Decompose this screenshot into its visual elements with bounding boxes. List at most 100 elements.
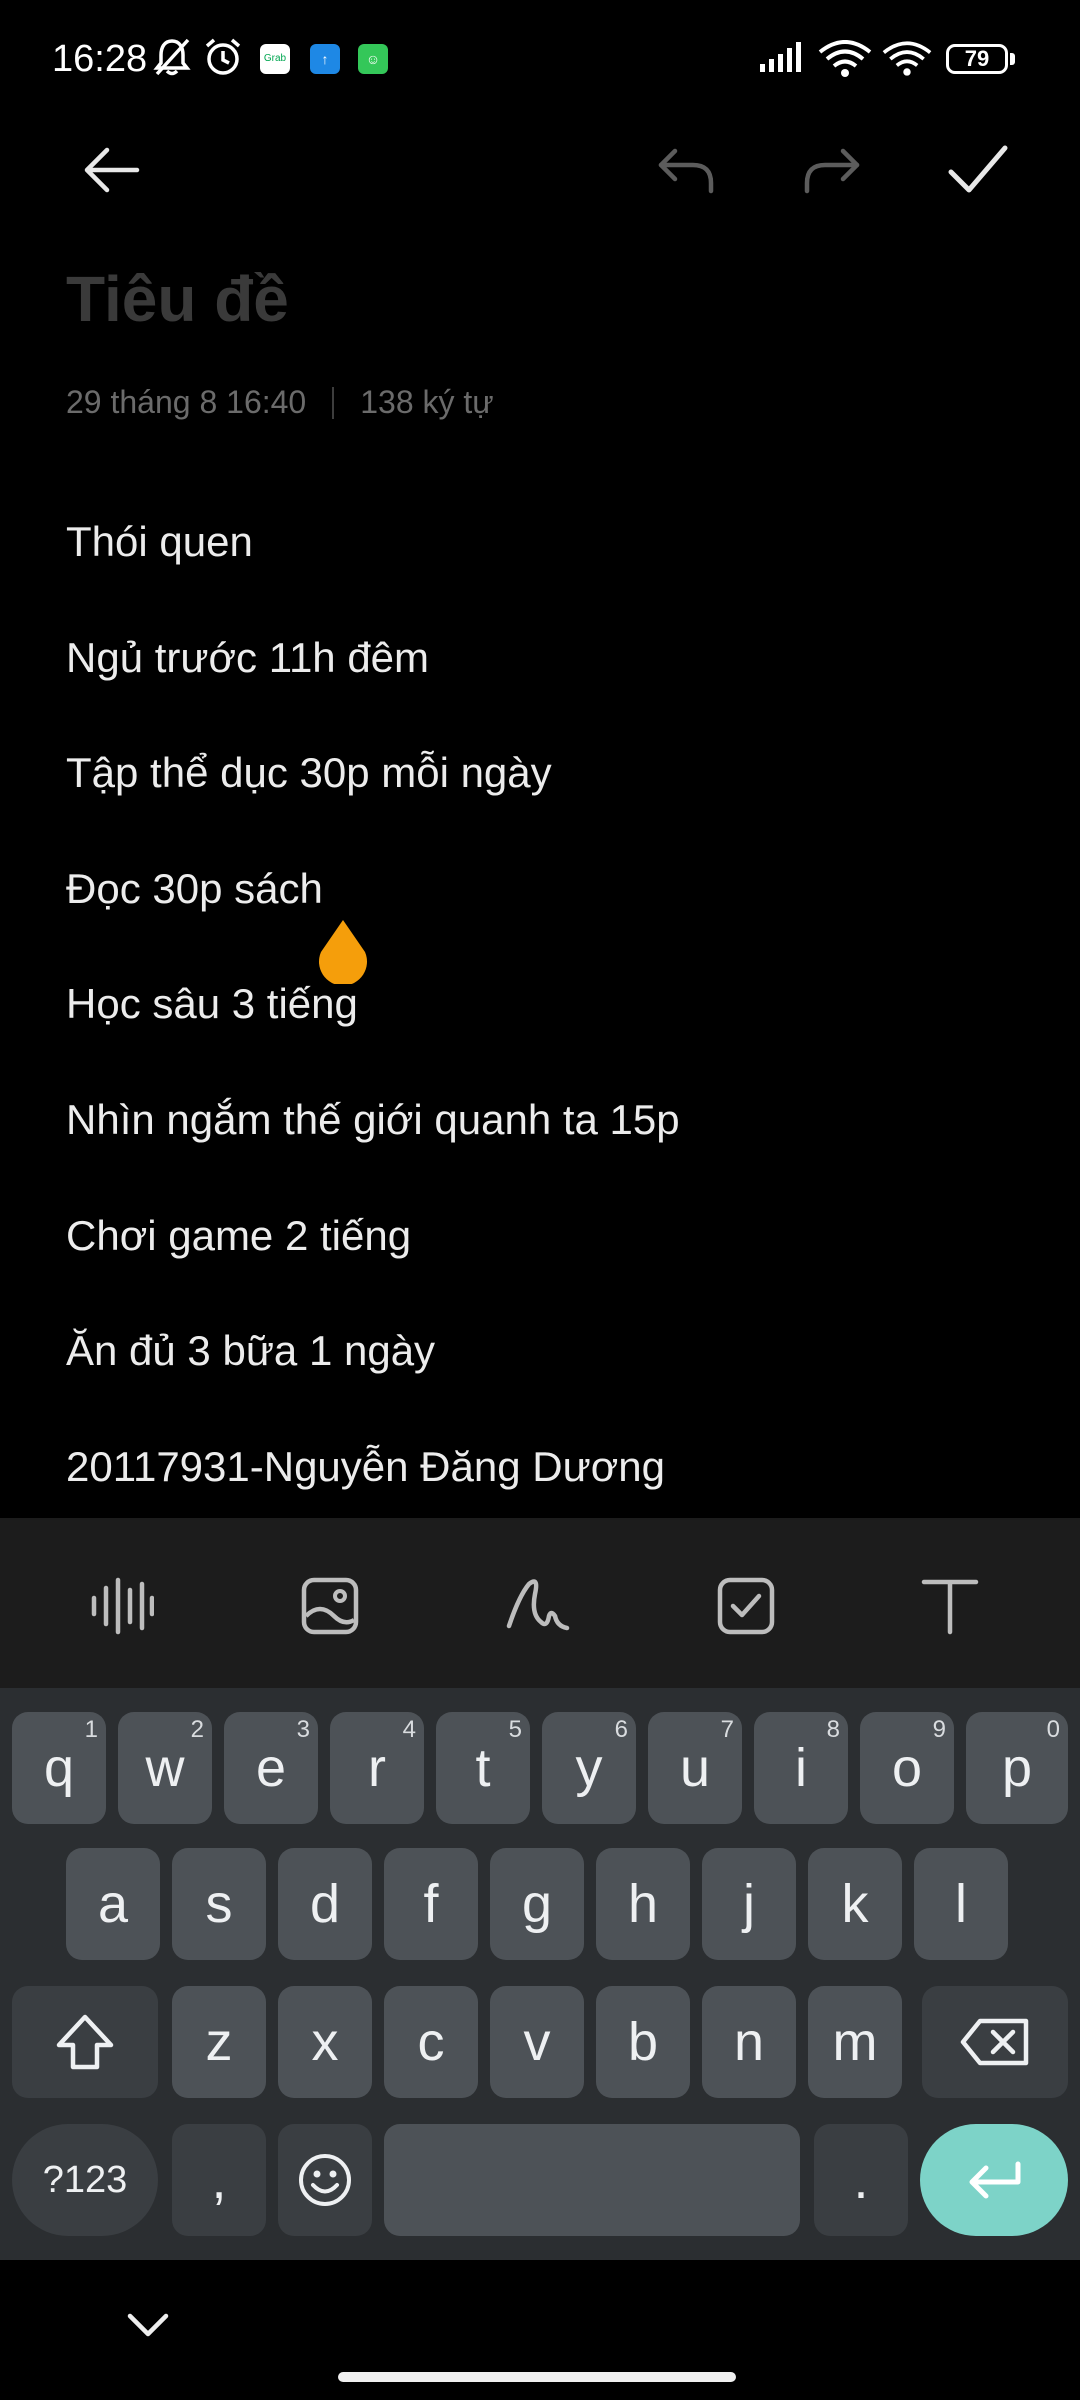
key-hint: 5 <box>508 1716 522 1743</box>
alarm-icon <box>202 36 244 83</box>
emoji-key[interactable] <box>278 2124 372 2236</box>
key-label: i <box>795 1738 807 1798</box>
enter-icon <box>969 2161 1021 2199</box>
key-u[interactable]: u7 <box>648 1712 742 1824</box>
key-k[interactable]: k <box>808 1848 902 1960</box>
key-m[interactable]: m <box>808 1986 902 2098</box>
text-format-button[interactable] <box>910 1566 990 1646</box>
handwriting-button[interactable] <box>498 1566 578 1646</box>
note-date: 29 tháng 8 16:40 <box>66 384 307 420</box>
note-line[interactable]: Chơi game 2 tiếng <box>66 1204 680 1320</box>
space-key[interactable] <box>384 2124 800 2236</box>
back-arrow-icon <box>84 147 140 193</box>
period-key[interactable]: . <box>814 2124 908 2236</box>
key-label: t <box>475 1738 491 1798</box>
key-f[interactable]: f <box>384 1848 478 1960</box>
key-hint: 4 <box>402 1716 416 1743</box>
key-w[interactable]: w2 <box>118 1712 212 1824</box>
comma-key[interactable]: , <box>172 2124 266 2236</box>
key-o[interactable]: o9 <box>860 1712 954 1824</box>
android-app-icon: ☺ <box>358 44 388 74</box>
key-d[interactable]: d <box>278 1848 372 1960</box>
key-g[interactable]: g <box>490 1848 584 1960</box>
note-meta: 29 tháng 8 16:40 138 ký tự <box>66 384 494 421</box>
note-line[interactable]: Thói quen <box>66 510 680 626</box>
clock: 16:28 <box>52 38 148 80</box>
key-label: p <box>1001 1738 1033 1798</box>
meta-divider <box>332 386 335 419</box>
note-line[interactable]: Nhìn ngắm thế giới quanh ta 15p <box>66 1088 680 1204</box>
key-p[interactable]: p0 <box>966 1712 1068 1824</box>
battery-icon: 79 <box>946 44 1008 74</box>
note-body[interactable]: Thói quen Ngủ trước 11h đêm Tập thể dục … <box>66 510 680 1550</box>
note-line[interactable]: Đọc 30p sách <box>66 857 680 973</box>
key-c[interactable]: c <box>384 1986 478 2098</box>
key-hint: 2 <box>190 1716 204 1743</box>
undo-button[interactable] <box>641 135 731 205</box>
key-label: o <box>891 1738 923 1798</box>
key-hint: 6 <box>614 1716 628 1743</box>
text-format-icon <box>921 1579 979 1635</box>
key-r[interactable]: r4 <box>330 1712 424 1824</box>
grab-app-icon: Grab <box>260 44 290 74</box>
key-z[interactable]: z <box>172 1986 266 2098</box>
key-h[interactable]: h <box>596 1848 690 1960</box>
redo-icon <box>804 148 860 194</box>
image-button[interactable] <box>290 1566 370 1646</box>
check-icon <box>948 145 1008 193</box>
key-t[interactable]: t5 <box>436 1712 530 1824</box>
mute-bell-icon <box>152 36 192 83</box>
key-v[interactable]: v <box>490 1986 584 2098</box>
home-indicator[interactable] <box>338 2372 736 2382</box>
note-line[interactable]: Tập thể dục 30p mỗi ngày <box>66 741 680 857</box>
chevron-down-icon <box>127 2313 169 2337</box>
key-s[interactable]: s <box>172 1848 266 1960</box>
key-j[interactable]: j <box>702 1848 796 1960</box>
redo-button[interactable] <box>787 135 877 205</box>
note-title-field[interactable]: Tiêu đề <box>66 262 289 336</box>
key-n[interactable]: n <box>702 1986 796 2098</box>
audio-button[interactable] <box>82 1566 162 1646</box>
key-x[interactable]: x <box>278 1986 372 2098</box>
done-button[interactable] <box>933 135 1023 205</box>
key-i[interactable]: i8 <box>754 1712 848 1824</box>
enter-key[interactable] <box>920 2124 1068 2236</box>
upload-app-icon: ↑ <box>310 44 340 74</box>
battery-tip <box>1010 53 1015 65</box>
key-l[interactable]: l <box>914 1848 1008 1960</box>
navigation-bar <box>0 2260 1080 2400</box>
key-q[interactable]: q1 <box>12 1712 106 1824</box>
key-hint: 0 <box>1046 1716 1060 1743</box>
audio-icon <box>91 1577 154 1635</box>
key-label: r <box>368 1738 386 1798</box>
key-hint: 7 <box>720 1716 734 1743</box>
handwriting-icon <box>506 1579 570 1631</box>
key-a[interactable]: a <box>66 1848 160 1960</box>
undo-icon <box>658 148 714 194</box>
shift-icon <box>56 2014 114 2070</box>
key-hint: 3 <box>296 1716 310 1743</box>
note-line[interactable]: Ăn đủ 3 bữa 1 ngày <box>66 1319 680 1435</box>
status-bar: 16:28 Grab ↑ ☺ 79 <box>0 0 1080 120</box>
shift-key[interactable] <box>12 1986 158 2098</box>
signal-icon <box>758 40 806 79</box>
symbols-key[interactable]: ?123 <box>12 2124 158 2236</box>
back-button[interactable] <box>66 135 156 205</box>
wifi-icon <box>882 40 932 83</box>
key-y[interactable]: y6 <box>542 1712 636 1824</box>
key-label: w <box>145 1738 185 1798</box>
key-label: e <box>255 1738 287 1798</box>
note-line[interactable]: Ngủ trước 11h đêm <box>66 626 680 742</box>
key-label: y <box>575 1738 603 1798</box>
key-b[interactable]: b <box>596 1986 690 2098</box>
backspace-key[interactable] <box>922 1986 1068 2098</box>
keyboard: q1 w2 e3 r4 t5 y6 u7 i8 o9 p0 a s d f g … <box>0 1688 1080 2260</box>
key-e[interactable]: e3 <box>224 1712 318 1824</box>
text-cursor-handle[interactable] <box>316 918 370 986</box>
hide-keyboard-button[interactable] <box>126 2310 182 2350</box>
checklist-button[interactable] <box>706 1566 786 1646</box>
image-icon <box>301 1577 359 1635</box>
key-label: q <box>43 1738 75 1798</box>
note-char-count: 138 ký tự <box>360 384 494 420</box>
note-line[interactable]: Học sâu 3 tiếng <box>66 972 680 1088</box>
